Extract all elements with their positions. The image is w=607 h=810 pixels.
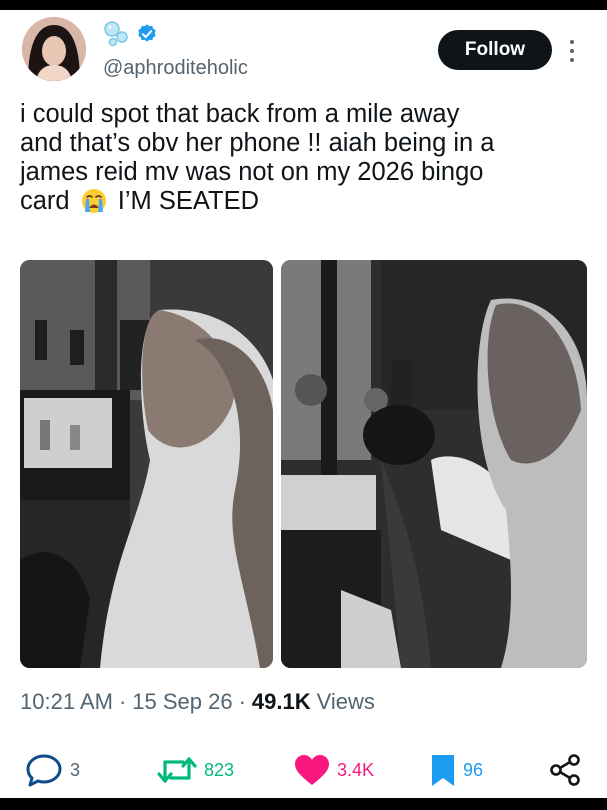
status-bar (0, 0, 607, 10)
tweet-word: card (20, 187, 70, 215)
tweet-actions: 3 823 3.4K 96 (0, 752, 607, 792)
heart-icon (295, 755, 329, 785)
more-options-icon[interactable] (565, 38, 579, 64)
verified-badge-icon (138, 24, 156, 42)
tweet-line: card I’M SEATED (20, 187, 590, 216)
bookmark-count: 96 (463, 759, 484, 780)
views-count: 49.1K (251, 689, 311, 714)
tweet-metadata: 10:21 AM · 15 Sep 26 · 49.1K Views (20, 689, 375, 714)
share-button[interactable] (548, 752, 582, 788)
retweet-button[interactable]: 823 (157, 752, 234, 788)
retweet-icon (157, 757, 197, 783)
bubbles-icon (104, 21, 128, 47)
like-button[interactable]: 3.4K (294, 752, 374, 788)
tweet-line: james reid mv was not on my 2026 bingo (20, 158, 484, 186)
tweet-photo-2[interactable] (281, 260, 587, 668)
tweet-line: i could spot that back from a mile away (20, 100, 460, 128)
tweet-date[interactable]: 15 Sep 26 (132, 689, 232, 714)
share-icon (550, 754, 580, 786)
bookmark-icon (432, 755, 454, 786)
reply-icon (26, 754, 62, 787)
author-handle[interactable]: @aphroditeholic (103, 57, 248, 80)
views-label: Views (316, 689, 375, 714)
retweet-count: 823 (204, 759, 235, 780)
avatar[interactable] (22, 17, 86, 81)
like-count: 3.4K (337, 759, 375, 780)
author-name[interactable] (102, 20, 158, 48)
follow-button[interactable]: Follow (438, 30, 552, 70)
bookmark-button[interactable]: 96 (430, 752, 483, 788)
reply-button[interactable]: 3 (25, 752, 80, 788)
tweet-photo-1[interactable] (20, 260, 273, 668)
reply-count: 3 (70, 759, 81, 780)
tweet-text: i could spot that back from a mile away … (20, 100, 590, 216)
crying-face-icon (81, 189, 106, 213)
navigation-bar (0, 798, 607, 810)
tweet-time[interactable]: 10:21 AM (20, 689, 113, 714)
tweet-word: I’M SEATED (117, 187, 260, 215)
tweet-line: and that’s obv her phone !! aiah being i… (20, 129, 495, 157)
